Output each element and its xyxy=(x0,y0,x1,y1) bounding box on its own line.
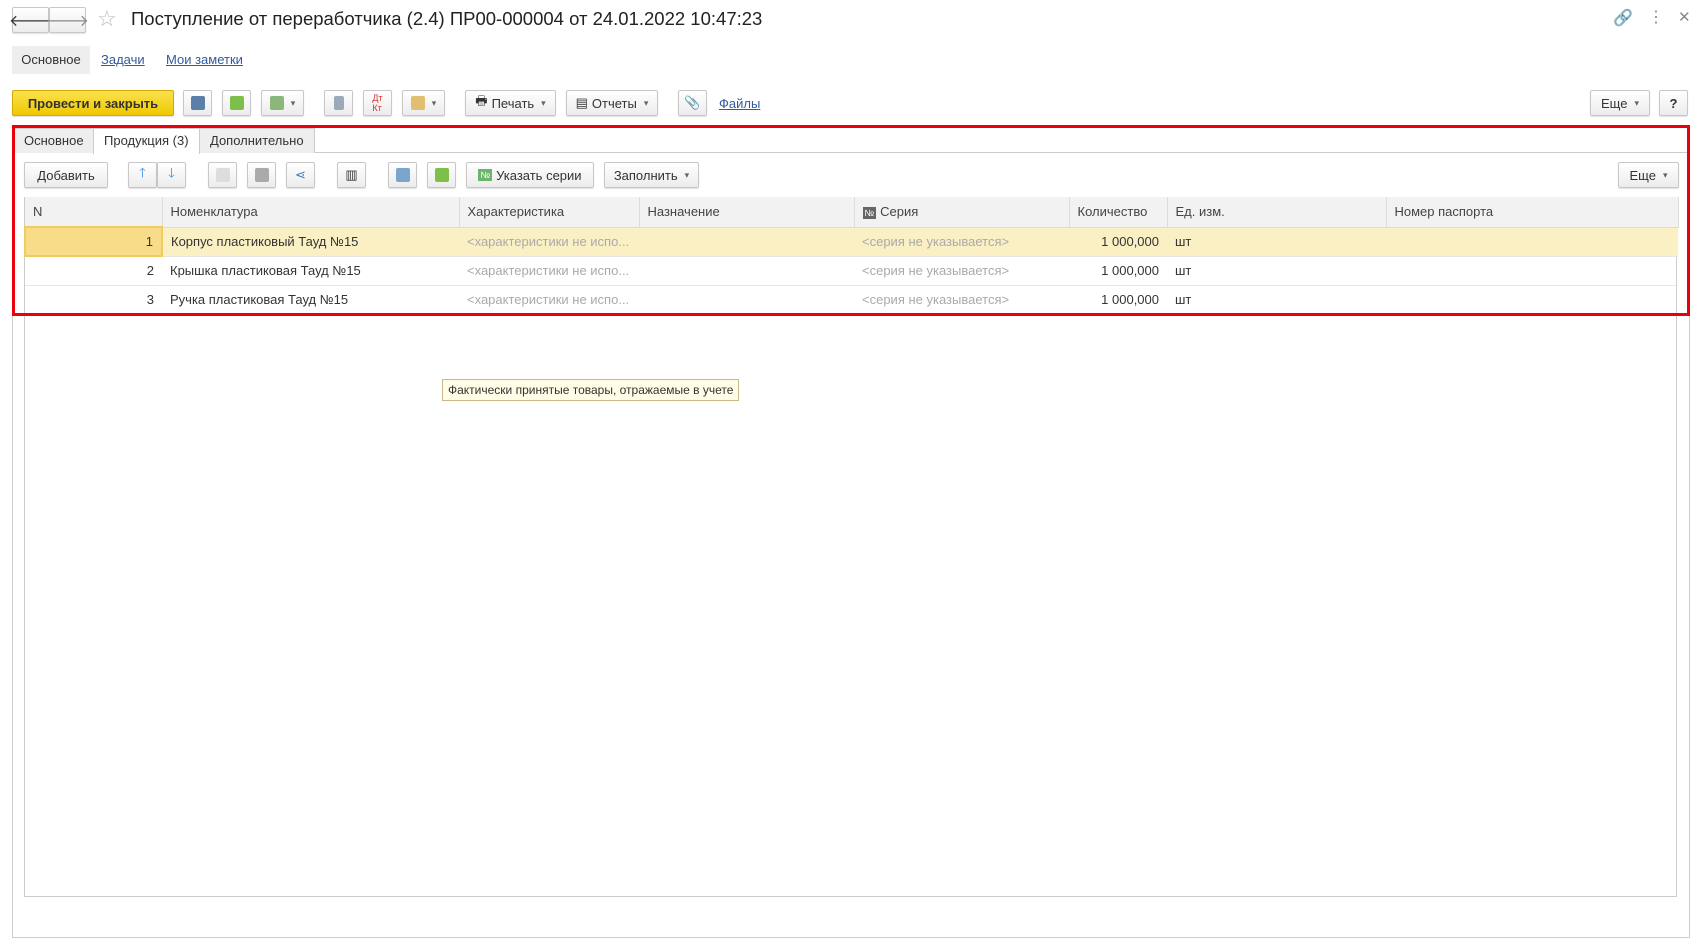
close-icon[interactable]: ✕ xyxy=(1678,8,1691,26)
print-button[interactable]: 🖶 Печать xyxy=(465,90,556,116)
dt-kt-button[interactable]: Дт Кт xyxy=(363,90,392,116)
save-icon xyxy=(190,96,205,110)
reports-button[interactable]: ▤ Отчеты xyxy=(566,90,658,116)
star-icon[interactable]: ☆ xyxy=(97,6,117,32)
printer-icon: 🖶 xyxy=(475,93,488,108)
list-icon xyxy=(333,96,344,110)
tooltip: Фактически принятые товары, отражаемые в… xyxy=(442,379,740,401)
reports-label: Отчеты xyxy=(591,95,637,111)
report-icon: ▤ xyxy=(575,95,588,110)
page-title: Поступление от переработчика (2.4) ПР00-… xyxy=(131,8,763,29)
post-button[interactable] xyxy=(222,90,251,116)
more-button[interactable]: Еще xyxy=(1590,90,1650,116)
forward-button[interactable]: 🡒 xyxy=(46,7,89,33)
structure-button[interactable] xyxy=(324,90,353,116)
nav-tab-notes[interactable]: Мои заметки xyxy=(166,52,243,67)
arrow-right-icon: 🡒 xyxy=(46,12,89,30)
back-button[interactable]: 🡐 xyxy=(9,7,52,33)
dt-kt-icon: Дт Кт xyxy=(372,93,383,113)
post-and-close-button[interactable]: Провести и закрыть xyxy=(12,90,174,116)
nav-tab-main[interactable]: Основное xyxy=(12,46,90,74)
more-vert-icon[interactable]: ⋮ xyxy=(1648,7,1664,27)
documents-button[interactable] xyxy=(402,90,445,116)
create-based-icon xyxy=(269,96,284,110)
link-icon[interactable]: 🔗 xyxy=(1613,8,1633,28)
paperclip-icon: 📎 xyxy=(684,95,701,110)
highlight-frame xyxy=(12,125,1690,316)
document-icon xyxy=(410,96,425,110)
help-button[interactable]: ? xyxy=(1659,90,1688,116)
files-link[interactable]: Файлы xyxy=(719,96,760,111)
save-button[interactable] xyxy=(183,90,212,116)
attach-button[interactable]: 📎 xyxy=(678,90,707,116)
create-based-button[interactable] xyxy=(261,90,304,116)
nav-tab-tasks[interactable]: Задачи xyxy=(101,52,145,67)
print-label: Печать xyxy=(491,95,535,111)
post-icon xyxy=(229,96,244,110)
